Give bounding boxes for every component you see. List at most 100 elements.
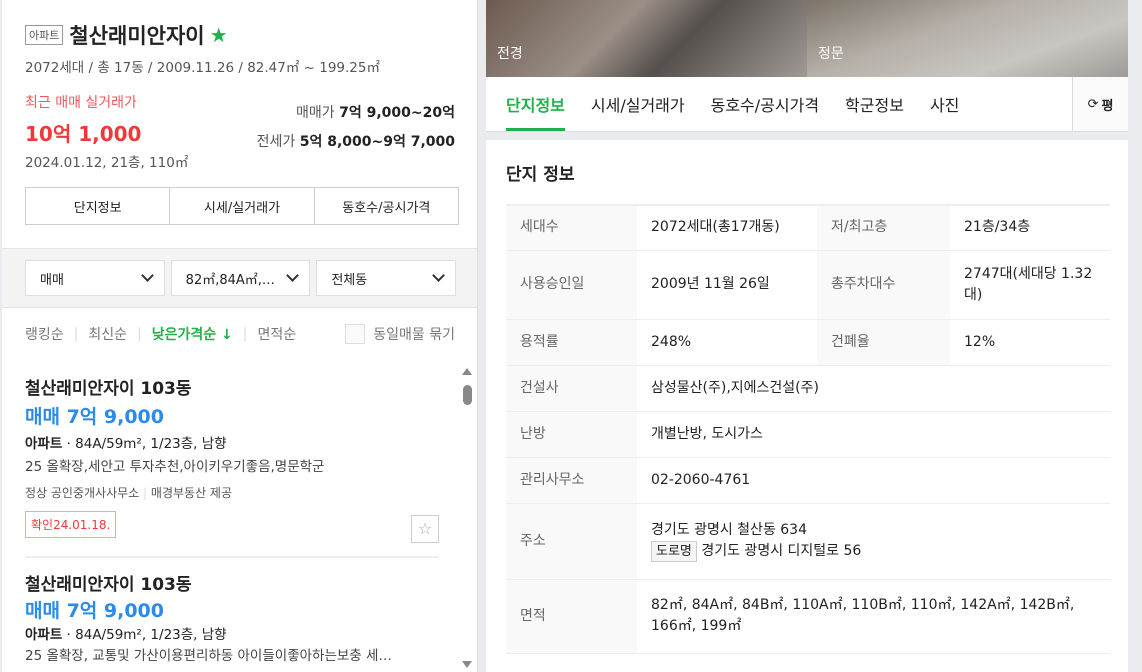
value: 21층/34층 bbox=[950, 205, 1110, 251]
trade-type-select[interactable]: 매매 bbox=[25, 260, 165, 296]
filter-bar: 매매 82㎡,84A㎡,… 전체동 bbox=[2, 248, 477, 308]
listing-spec-text: 84A/59m², 1/23층, 남향 bbox=[75, 436, 227, 452]
unit-label: 평 bbox=[1101, 98, 1114, 114]
photo-strip: 전경 정문 bbox=[486, 0, 1128, 77]
list-item[interactable]: 철산래미안자이 103동 매매 7억 9,000 아파트 · 84A/59m²,… bbox=[2, 360, 477, 558]
sort-area[interactable]: 면적순 bbox=[257, 324, 296, 344]
complex-buttons: 단지정보 시세/실거래가 동호수/공시가격 bbox=[25, 187, 459, 225]
provider: 매경부동산 제공 bbox=[150, 486, 233, 500]
area-select[interactable]: 82㎡,84A㎡,… bbox=[170, 260, 311, 296]
label: 주소 bbox=[506, 503, 637, 580]
label: 난방 bbox=[506, 411, 637, 458]
select-value: 매매 bbox=[40, 272, 64, 288]
listing-panel: 아파트 철산래미안자이 ★ 2072세대 / 총 17동 / 2009.11.26… bbox=[2, 0, 478, 672]
chevron-down-icon bbox=[140, 269, 154, 282]
sale-range: 매매가 7억 9,000~20억 bbox=[296, 102, 455, 122]
table-row: 주소 경기도 광명시 철산동 634 도로명 경기도 광명시 디지털로 56 bbox=[506, 503, 1110, 580]
value: 248% bbox=[637, 319, 817, 366]
listing-desc: 25 올확장, 교통및 가산이용편리하동 아이들이좋아하는보충 세… bbox=[25, 648, 392, 664]
value: 82㎡, 84A㎡, 84B㎡, 110A㎡, 110B㎡, 110㎡, 142… bbox=[637, 579, 1110, 654]
value: 02-2060-4761 bbox=[637, 457, 1110, 504]
type-badge: 아파트 bbox=[25, 25, 64, 45]
agent-name: 정상 공인중개사사무소 bbox=[25, 486, 140, 500]
tab-price[interactable]: 시세/실거래가 bbox=[578, 77, 698, 131]
checkbox[interactable] bbox=[345, 324, 366, 344]
table-row: 관리사무소 02-2060-4761 bbox=[506, 457, 1110, 504]
label: 세대수 bbox=[506, 205, 637, 251]
value: 개별난방, 도시가스 bbox=[637, 411, 1110, 458]
label: 총주차대수 bbox=[817, 250, 950, 320]
listing-desc: 25 올확장,세안고 투자추천,아이키우기좋음,명문학군 bbox=[25, 459, 325, 475]
detail-tabs: 단지정보 시세/실거래가 동호수/공시가격 학군정보 사진 ⟳ 평 bbox=[486, 77, 1128, 132]
page-scrollbar[interactable] bbox=[1128, 0, 1138, 672]
group-same-listings-checkbox[interactable]: 동일매물 묶기 bbox=[345, 324, 455, 344]
table-row: 용적률 248% 건폐율 12% bbox=[506, 319, 1110, 366]
tab-school[interactable]: 학군정보 bbox=[832, 77, 917, 131]
table-row: 세대수 2072세대(총17개동) 저/최고층 21층/34층 bbox=[506, 205, 1110, 251]
price-button[interactable]: 시세/실거래가 bbox=[170, 188, 315, 224]
scrollbar[interactable] bbox=[461, 368, 473, 672]
lot-address: 경기도 광명시 철산동 634 bbox=[651, 521, 807, 538]
checkbox-label: 동일매물 묶기 bbox=[373, 327, 455, 343]
star-icon[interactable]: ☆ bbox=[411, 515, 439, 543]
listing-name: 철산래미안자이 103동 bbox=[25, 379, 192, 399]
favorite-star-icon[interactable]: ★ bbox=[210, 23, 228, 47]
photo-caption: 정문 bbox=[818, 46, 844, 62]
photo-main-gate[interactable]: 정문 bbox=[807, 0, 1128, 77]
scroll-up-icon[interactable] bbox=[462, 368, 472, 375]
sale-label: 매매가 bbox=[296, 105, 335, 121]
recent-detail: 2024.01.12, 21층, 110㎡ bbox=[25, 155, 189, 171]
table-row: 건설사 삼성물산(주),지에스건설(주) bbox=[506, 365, 1110, 412]
photo-caption: 전경 bbox=[497, 46, 523, 62]
table-row: 사용승인일 2009년 11월 26일 총주차대수 2747대(세대당 1.32대) bbox=[506, 250, 1110, 320]
listing-agent: 정상 공인중개사사무소 | 매경부동산 제공 bbox=[25, 486, 233, 500]
scroll-down-icon[interactable] bbox=[462, 661, 472, 668]
complex-info-card: 단지 정보 세대수 2072세대(총17개동) 저/최고층 21층/34층 사용승인일… bbox=[486, 140, 1128, 672]
sort-ranking[interactable]: 랭킹순 bbox=[25, 324, 64, 344]
listing-price: 매매 7억 9,000 bbox=[25, 406, 164, 428]
listing-spec: 아파트 · 84A/59m², 1/23층, 남향 bbox=[25, 627, 227, 643]
value: 2072세대(총17개동) bbox=[637, 205, 817, 251]
label: 건폐율 bbox=[817, 319, 950, 366]
listing-name: 철산래미안자이 103동 bbox=[25, 575, 192, 595]
sort-bar: 랭킹순 | 최신순 | 낮은가격순 ↓ | 면적순 동일매물 묶기 bbox=[25, 324, 455, 344]
label: 저/최고층 bbox=[817, 205, 950, 251]
detail-panel: 전경 정문 단지정보 시세/실거래가 동호수/공시가격 학군정보 사진 ⟳ 평 단… bbox=[486, 0, 1128, 672]
building-select[interactable]: 전체동 bbox=[316, 260, 457, 296]
listing-list: 철산래미안자이 103동 매매 7억 9,000 아파트 · 84A/59m²,… bbox=[2, 360, 477, 672]
sort-low-price[interactable]: 낮은가격순 ↓ bbox=[152, 324, 233, 344]
address-value: 경기도 광명시 철산동 634 도로명 경기도 광명시 디지털로 56 bbox=[637, 503, 1110, 580]
label: 건설사 bbox=[506, 365, 637, 412]
chevron-down-icon bbox=[286, 269, 300, 282]
complex-header: 아파트 철산래미안자이 ★ 2072세대 / 총 17동 / 2009.11.26… bbox=[2, 0, 477, 248]
select-value: 전체동 bbox=[331, 272, 368, 288]
value: 삼성물산(주),지에스건설(주) bbox=[637, 365, 1110, 412]
listing-spec-text: 84A/59m², 1/23층, 남향 bbox=[75, 627, 227, 643]
confirmed-badge: 확인24.01.18. bbox=[25, 511, 117, 538]
value: 12% bbox=[950, 319, 1110, 366]
label: 관리사무소 bbox=[506, 457, 637, 504]
section-title: 단지 정보 bbox=[506, 165, 575, 185]
chevron-down-icon bbox=[432, 269, 445, 282]
tab-photos[interactable]: 사진 bbox=[917, 77, 972, 131]
complex-summary: 2072세대 / 총 17동 / 2009.11.26 / 82.47㎡ ~ 1… bbox=[25, 60, 380, 76]
refresh-icon: ⟳ bbox=[1087, 96, 1099, 112]
jeonse-range: 전세가 5억 8,000~9억 7,000 bbox=[257, 131, 455, 151]
sale-value: 7억 9,000~20억 bbox=[339, 105, 455, 121]
photo-overview[interactable]: 전경 bbox=[486, 0, 807, 77]
listing-type: 아파트 bbox=[25, 627, 63, 643]
info-table: 세대수 2072세대(총17개동) 저/최고층 21층/34층 사용승인일 2009년 … bbox=[506, 204, 1110, 654]
unit-price-button[interactable]: 동호수/공시가격 bbox=[315, 188, 458, 224]
tab-unit-price[interactable]: 동호수/공시가격 bbox=[698, 77, 832, 131]
select-value: 82㎡,84A㎡,… bbox=[185, 272, 275, 288]
tab-complex-info[interactable]: 단지정보 bbox=[493, 77, 578, 131]
list-item[interactable]: 철산래미안자이 103동 매매 7억 9,000 아파트 · 84A/59m²,… bbox=[2, 558, 477, 666]
sort-latest[interactable]: 최신순 bbox=[88, 324, 127, 344]
label: 사용승인일 bbox=[506, 250, 637, 320]
road-address: 경기도 광명시 디지털로 56 bbox=[701, 542, 862, 559]
label: 면적 bbox=[506, 579, 637, 654]
listing-spec: 아파트 · 84A/59m², 1/23층, 남향 bbox=[25, 436, 227, 452]
scroll-thumb[interactable] bbox=[462, 385, 472, 405]
unit-toggle-button[interactable]: ⟳ 평 bbox=[1072, 77, 1128, 131]
complex-info-button[interactable]: 단지정보 bbox=[26, 188, 171, 224]
